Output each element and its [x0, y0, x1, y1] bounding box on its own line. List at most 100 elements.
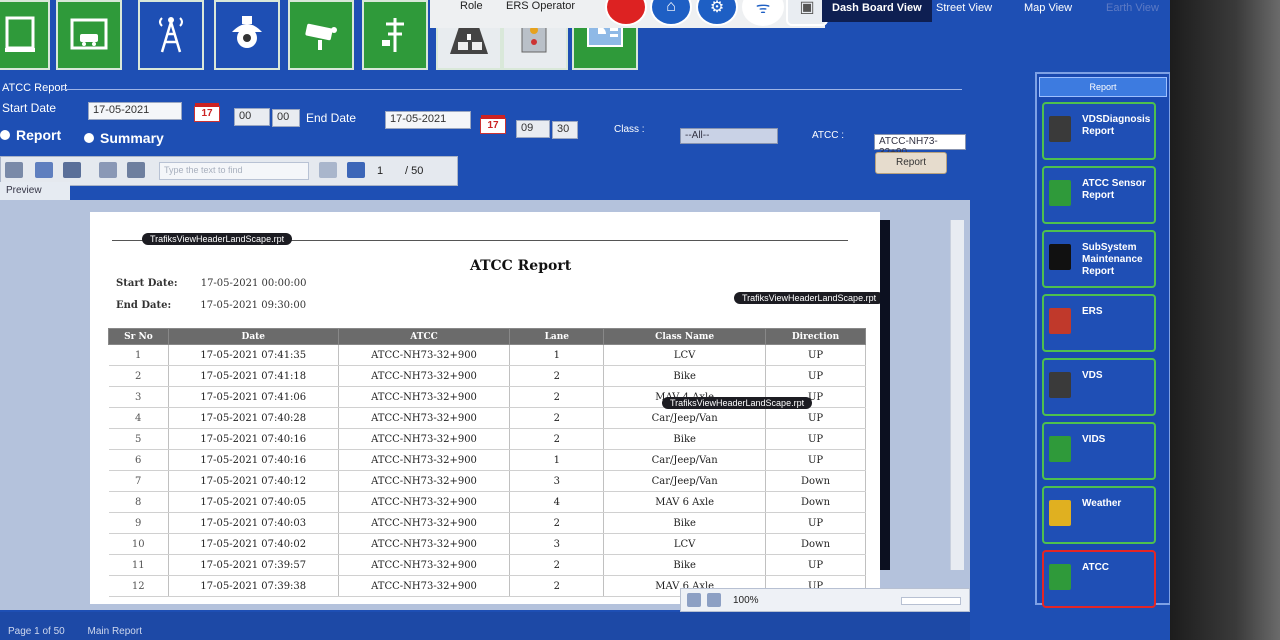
dome-camera-icon[interactable]: [214, 0, 280, 70]
print-icon[interactable]: [5, 162, 23, 178]
tab-dashboard-view[interactable]: Dash Board View: [822, 0, 932, 22]
zoom-slider[interactable]: [901, 597, 961, 605]
tab-preview[interactable]: Preview: [0, 182, 70, 202]
start-hour-spinner[interactable]: 00: [234, 108, 270, 126]
section-divider: [62, 89, 962, 90]
end-calendar-icon[interactable]: 17: [480, 115, 506, 134]
role-value: ERS Operator: [506, 0, 576, 12]
sidebar-item-vds[interactable]: VDS: [1042, 358, 1156, 416]
refresh-icon[interactable]: [35, 162, 53, 178]
end-minute-spinner[interactable]: 30: [552, 121, 578, 139]
template-tag-hover: TrafiksViewHeaderLandScape.rpt: [734, 292, 880, 304]
report-radio[interactable]: Report: [0, 127, 61, 143]
table-row[interactable]: 9 17-05-2021 07:40:03 ATCC-NH73-32+900 2 Bik…: [108, 512, 866, 534]
sidebar-item-ers[interactable]: ERS: [1042, 294, 1156, 352]
sidebar-item-label: VDS: [1082, 370, 1103, 381]
report-table: Sr No Date ATCC Lane Class Name Directio…: [108, 328, 866, 597]
end-date-input[interactable]: 17-05-2021: [385, 111, 471, 129]
class-select[interactable]: --All--: [680, 128, 778, 144]
sidebar-item-vids[interactable]: VIDS: [1042, 422, 1156, 480]
cell-class-name: Bike: [603, 554, 767, 576]
sidebar-item-subsystem-maintenance-report[interactable]: SubSystem Maintenance Report: [1042, 230, 1156, 288]
cctv-camera-icon[interactable]: [288, 0, 354, 70]
weather-icon: [1049, 500, 1071, 526]
fit-width-icon[interactable]: [707, 593, 721, 607]
cell-class-name: Car/Jeep/Van: [603, 407, 767, 429]
cell-lane: 1: [509, 449, 605, 471]
end-date-meta-label: End Date:: [116, 300, 172, 311]
cell-direction: Down: [765, 533, 866, 555]
cell-date: 17-05-2021 07:41:06: [168, 386, 339, 408]
tab-earth-view[interactable]: Earth View: [1096, 0, 1169, 22]
generate-report-button[interactable]: Report: [875, 152, 947, 174]
table-row[interactable]: 10 17-05-2021 07:40:02 ATCC-NH73-32+900 3 LC…: [108, 533, 866, 555]
go-to-page-icon[interactable]: [347, 162, 365, 178]
kiosk-icon[interactable]: [0, 0, 50, 70]
sidebar-header: Report: [1039, 77, 1167, 97]
cell-date: 17-05-2021 07:39:38: [168, 575, 339, 597]
find-next-icon[interactable]: [319, 162, 337, 178]
table-row[interactable]: 2 17-05-2021 07:41:18 ATCC-NH73-32+900 2 Bik…: [108, 365, 866, 387]
sidebar-item-atcc-sensor-report[interactable]: ATCC Sensor Report: [1042, 166, 1156, 224]
cell-class-name: Bike: [603, 512, 767, 534]
sidebar-item-atcc[interactable]: ATCC: [1042, 550, 1156, 608]
cell-sr-no: 12: [108, 575, 169, 597]
sidebar-item-label: ATCC: [1082, 562, 1110, 573]
table-row[interactable]: 6 17-05-2021 07:40:16 ATCC-NH73-32+900 1 Car…: [108, 449, 866, 471]
cell-date: 17-05-2021 07:40:28: [168, 407, 339, 429]
table-row[interactable]: 1 17-05-2021 07:41:35 ATCC-NH73-32+900 1 LCV…: [108, 344, 866, 366]
template-tag-inline: TrafiksViewHeaderLandScape.rpt: [662, 397, 813, 409]
cell-sr-no: 8: [108, 491, 169, 513]
summary-radio[interactable]: Summary: [84, 130, 164, 146]
radio-tower-icon[interactable]: [138, 0, 204, 70]
report-document: TrafiksViewHeaderLandScape.rpt ATCC Repo…: [90, 212, 880, 604]
zoom-level[interactable]: 100%: [733, 595, 759, 606]
start-minute-spinner[interactable]: 00: [272, 109, 300, 127]
cell-date: 17-05-2021 07:40:02: [168, 533, 339, 555]
end-hour-spinner[interactable]: 09: [516, 120, 550, 138]
cell-atcc: ATCC-NH73-32+900: [338, 575, 511, 597]
sidebar-item-label: ATCC Sensor Report: [1082, 178, 1146, 201]
viewer-scrollbar[interactable]: [950, 220, 964, 570]
vehicle-camera-icon[interactable]: [56, 0, 122, 70]
cell-lane: 2: [509, 407, 605, 429]
atcc-label: ATCC :: [812, 130, 845, 141]
sidebar-item-vdsdiagnosis-report[interactable]: VDSDiagnosis Report: [1042, 102, 1156, 160]
report-viewer: TrafiksViewHeaderLandScape.rpt ATCC Repo…: [0, 200, 970, 610]
template-tag: TrafiksViewHeaderLandScape.rpt: [142, 233, 293, 245]
summary-radio-dot: [84, 133, 94, 143]
sidebar-item-weather[interactable]: Weather: [1042, 486, 1156, 544]
cell-sr-no: 7: [108, 470, 169, 492]
cell-lane: 2: [509, 575, 605, 597]
current-page[interactable]: 1: [377, 165, 383, 177]
cell-lane: 1: [509, 344, 605, 366]
cell-direction: Down: [765, 470, 866, 492]
weather-station-icon[interactable]: [362, 0, 428, 70]
find-text-input[interactable]: Type the text to find: [159, 162, 309, 180]
cell-class-name: LCV: [603, 344, 767, 366]
copy-icon[interactable]: [99, 162, 117, 178]
atcc-select[interactable]: ATCC-NH73-32+90: [874, 134, 966, 158]
table-row[interactable]: 11 17-05-2021 07:39:57 ATCC-NH73-32+900 2 Bi…: [108, 554, 866, 576]
cell-direction: UP: [765, 512, 866, 534]
cell-atcc: ATCC-NH73-32+900: [338, 554, 511, 576]
tab-street-view[interactable]: Street View: [926, 0, 1002, 22]
start-calendar-icon[interactable]: 17: [194, 103, 220, 122]
table-row[interactable]: 8 17-05-2021 07:40:05 ATCC-NH73-32+900 4 MAV…: [108, 491, 866, 513]
group-tree-icon[interactable]: [127, 162, 145, 178]
start-date-input[interactable]: 17-05-2021: [88, 102, 182, 120]
cell-lane: 3: [509, 533, 605, 555]
total-pages[interactable]: / 50: [405, 165, 423, 177]
table-row[interactable]: 5 17-05-2021 07:40:16 ATCC-NH73-32+900 2 Bik…: [108, 428, 866, 450]
cell-direction: UP: [765, 344, 866, 366]
tab-map-view[interactable]: Map View: [1014, 0, 1082, 22]
cell-lane: 2: [509, 512, 605, 534]
export-icon[interactable]: [63, 162, 81, 178]
cell-sr-no: 3: [108, 386, 169, 408]
fit-page-icon[interactable]: [687, 593, 701, 607]
table-row[interactable]: 4 17-05-2021 07:40:28 ATCC-NH73-32+900 2 Car…: [108, 407, 866, 429]
cell-date: 17-05-2021 07:40:05: [168, 491, 339, 513]
cell-class-name: MAV 6 Axle: [603, 491, 767, 513]
cell-lane: 3: [509, 470, 605, 492]
table-row[interactable]: 7 17-05-2021 07:40:12 ATCC-NH73-32+900 3 Car…: [108, 470, 866, 492]
